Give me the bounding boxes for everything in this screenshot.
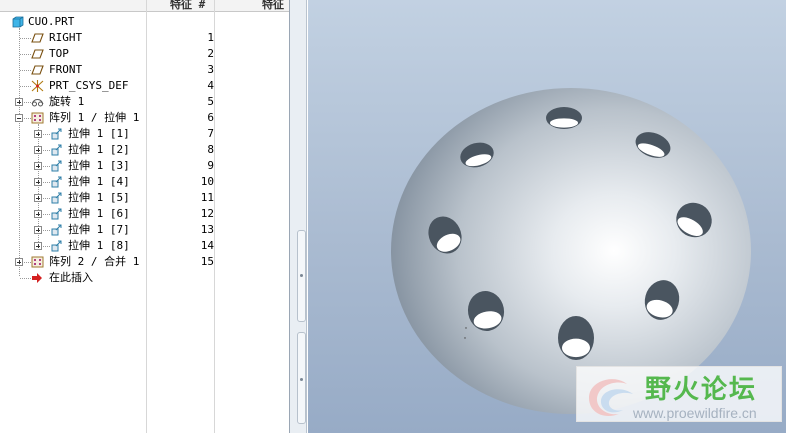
expand-toggle[interactable] [34, 194, 42, 202]
splitter-handle-lower[interactable] [297, 332, 306, 424]
tree-item[interactable]: 拉伸 1 [5] 11 [0, 190, 289, 206]
insert-arrow-icon [32, 273, 42, 283]
tree-item[interactable]: RIGHT 1 [0, 30, 289, 46]
tree-item-feature-num: 4 [207, 79, 214, 92]
tree-item-feature-num: 11 [200, 191, 214, 204]
pattern-icon [31, 256, 44, 268]
tree-item[interactable]: 拉伸 1 [7] 13 [0, 222, 289, 238]
coordinate-system-icon [31, 80, 44, 92]
tree-item-feature-num: 15 [200, 255, 214, 268]
collapse-toggle[interactable] [15, 114, 23, 122]
tree-item-label: 拉伸 1 [6] [68, 207, 130, 220]
extrude-icon [51, 240, 62, 252]
tree-item-label: 拉伸 1 [2] [68, 143, 130, 156]
revolve-icon [31, 99, 44, 107]
datum-plane-icon [31, 33, 44, 43]
tree-item-label: 阵列 2 / 合并 1 [49, 255, 140, 268]
tree-item-feature-num: 13 [200, 223, 214, 236]
extrude-icon [51, 160, 62, 172]
expand-toggle[interactable] [34, 226, 42, 234]
expand-toggle[interactable] [15, 98, 23, 106]
extrude-icon [51, 144, 62, 156]
tree-item-label: TOP [49, 47, 69, 60]
tree-root-item[interactable]: CUO.PRT [0, 14, 289, 30]
tree-item[interactable]: 拉伸 1 [1] 7 [0, 126, 289, 142]
tree-item-feature-num: 2 [207, 47, 214, 60]
tree-item-label: PRT_CSYS_DEF [49, 79, 129, 92]
watermark-title: 野火论坛 [645, 375, 758, 405]
tree-item-label: 阵列 1 / 拉伸 1 [49, 111, 140, 124]
tree-item[interactable]: 旋转 1 5 [0, 94, 289, 110]
datum-plane-icon [31, 49, 44, 59]
model-tree-panel: 特征 # 特征 CUO.PRT RIGHT 1 TOP 2 FRONT 3 PRT_CSYS… [0, 0, 290, 433]
extrude-icon [51, 224, 62, 236]
tree-item-label: 拉伸 1 [5] [68, 191, 130, 204]
tree-item-feature-num: 3 [207, 63, 214, 76]
tree-item-insert-here[interactable]: 在此插入 [0, 270, 289, 286]
tree-item-label: 在此插入 [49, 271, 93, 284]
column-header-feature-num[interactable]: 特征 # [170, 0, 205, 12]
tree-item-feature-num: 6 [207, 111, 214, 124]
tree-item-feature-num: 7 [207, 127, 214, 140]
part-icon [12, 16, 24, 28]
hole-1 [546, 107, 582, 129]
forum-watermark: 野火论坛 www.proewildfire.cn [576, 366, 782, 422]
tree-item[interactable]: 拉伸 1 [3] 9 [0, 158, 289, 174]
expand-toggle[interactable] [15, 258, 23, 266]
tree-item-feature-num: 12 [200, 207, 214, 220]
pattern-icon [31, 112, 44, 124]
tree-item-label: 拉伸 1 [7] [68, 223, 130, 236]
tree-root-label: CUO.PRT [28, 15, 75, 28]
tree-item[interactable]: 拉伸 1 [4] 10 [0, 174, 289, 190]
expand-toggle[interactable] [34, 210, 42, 218]
expand-toggle[interactable] [34, 130, 42, 138]
tree-item-label: FRONT [49, 63, 83, 76]
tree-item-feature-num: 10 [200, 175, 214, 188]
tree-item-feature-num: 5 [207, 95, 214, 108]
extrude-icon [51, 176, 62, 188]
tree-item-feature-num: 8 [207, 143, 214, 156]
panel-splitter[interactable] [290, 0, 307, 433]
tree-item-label: 拉伸 1 [1] [68, 127, 130, 140]
tree-item[interactable]: 阵列 2 / 合并 1 15 [0, 254, 289, 270]
hole-8 [558, 316, 594, 360]
datum-plane-icon [31, 65, 44, 75]
tree-item[interactable]: FRONT 3 [0, 62, 289, 78]
tree-item-label: RIGHT [49, 31, 83, 44]
extrude-icon [51, 208, 62, 220]
splitter-handle-upper[interactable] [297, 230, 306, 322]
expand-toggle[interactable] [34, 146, 42, 154]
watermark-url: www.proewildfire.cn [633, 405, 757, 421]
extrude-icon [51, 192, 62, 204]
expand-toggle[interactable] [34, 162, 42, 170]
tree-item-label: 拉伸 1 [3] [68, 159, 130, 172]
tree-item-feature-num: 9 [207, 159, 214, 172]
tree-item-label: 拉伸 1 [8] [68, 239, 130, 252]
tree-item-feature-num: 1 [207, 31, 214, 44]
extrude-icon [51, 128, 62, 140]
tree-item[interactable]: PRT_CSYS_DEF 4 [0, 78, 289, 94]
tree-item-feature-num: 14 [200, 239, 214, 252]
tree-item[interactable]: 拉伸 1 [2] 8 [0, 142, 289, 158]
expand-toggle[interactable] [34, 242, 42, 250]
tree-item[interactable]: TOP 2 [0, 46, 289, 62]
tree-column-header: 特征 # 特征 [0, 0, 289, 12]
flame-logo-icon [589, 379, 633, 417]
tree-item[interactable]: 拉伸 1 [6] 12 [0, 206, 289, 222]
expand-toggle[interactable] [34, 178, 42, 186]
tree-item-label: 拉伸 1 [4] [68, 175, 130, 188]
tree-item[interactable]: 拉伸 1 [8] 14 [0, 238, 289, 254]
column-header-feature[interactable]: 特征 [262, 0, 284, 12]
tree-item-label: 旋转 1 [49, 95, 85, 108]
tree-item[interactable]: 阵列 1 / 拉伸 1 6 [0, 110, 289, 126]
